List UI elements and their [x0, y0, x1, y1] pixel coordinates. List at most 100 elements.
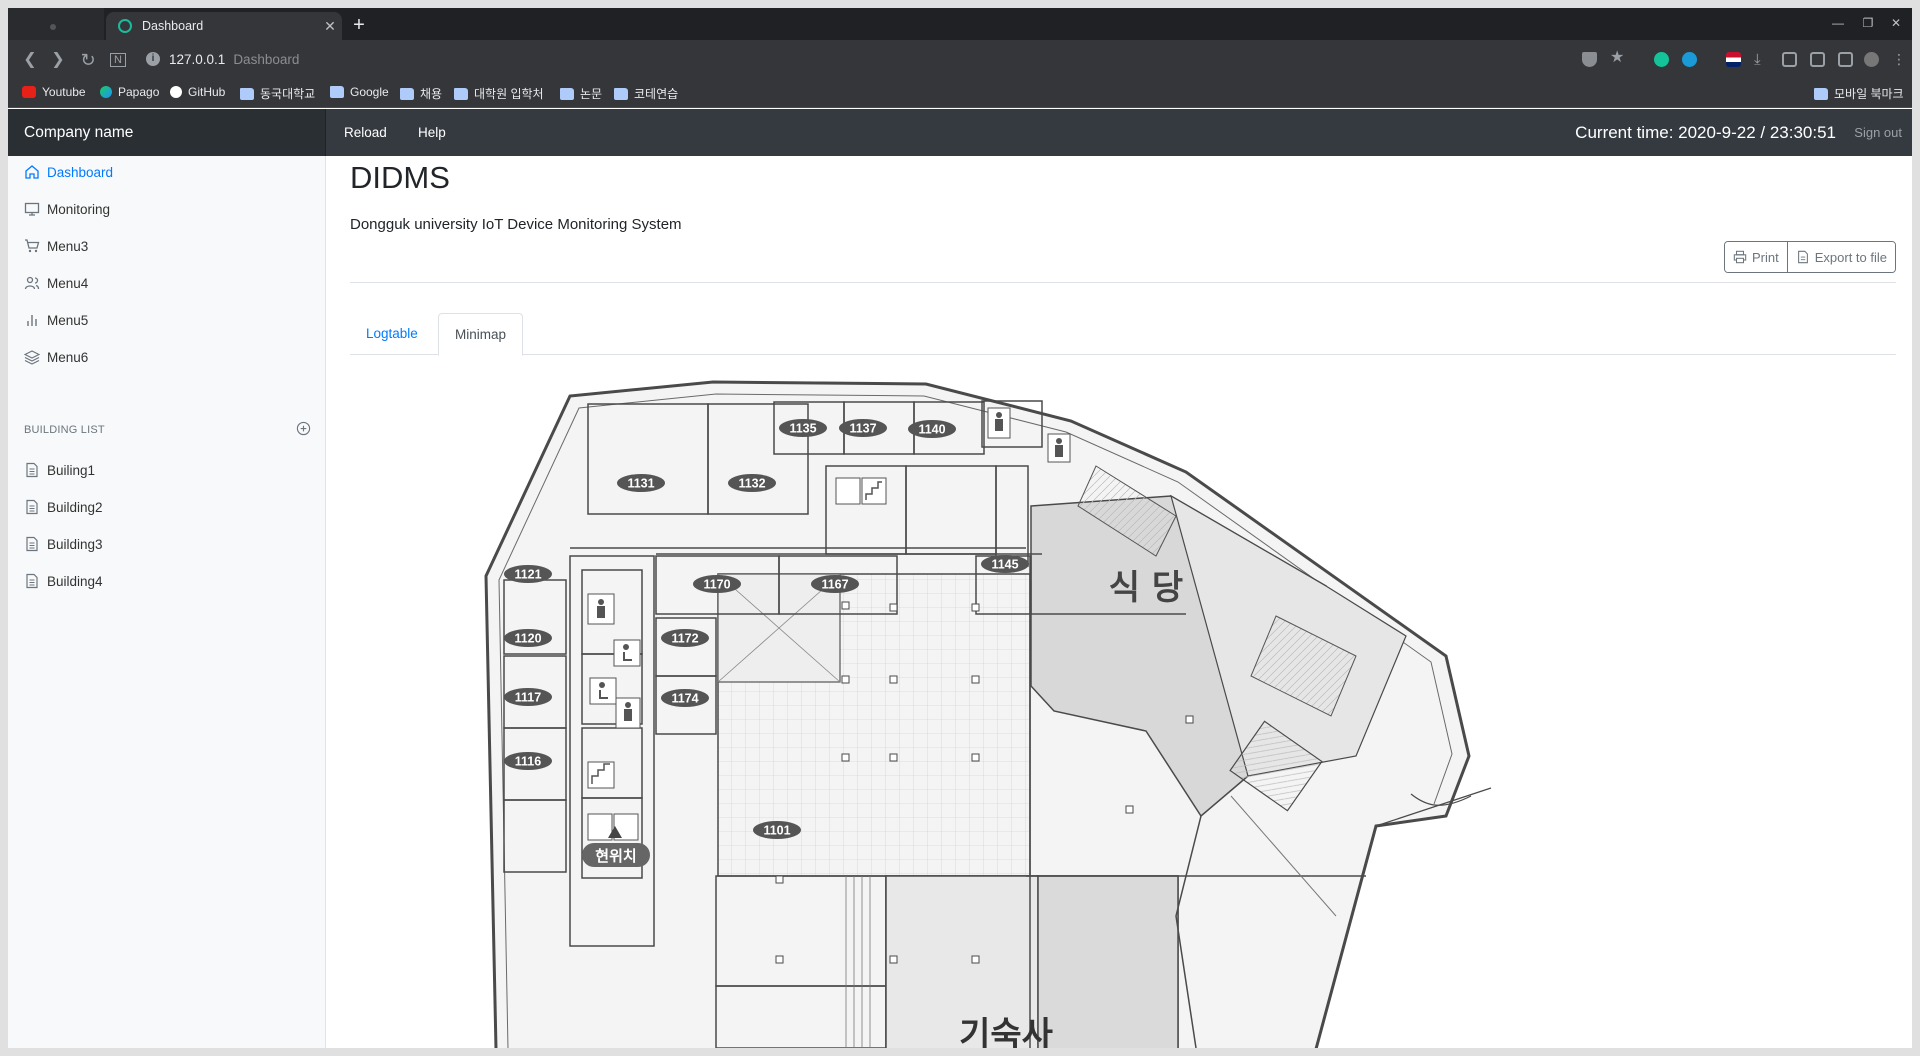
building-list-heading: BUILDING LIST — [24, 424, 105, 436]
printer-icon — [1733, 250, 1747, 264]
file-text-icon — [26, 573, 38, 589]
bookmark-folder-coding[interactable]: 코테연습 — [614, 85, 678, 102]
site-info-icon[interactable]: i — [146, 52, 160, 66]
bookmark-github[interactable]: GitHub — [170, 85, 225, 99]
tab-close-icon[interactable]: ✕ — [318, 18, 342, 35]
reload-icon[interactable]: ↻ — [76, 48, 100, 72]
sidebar-item-dashboard[interactable]: Dashboard — [24, 160, 113, 184]
file-text-icon — [26, 462, 38, 478]
sidebar-item-menu3[interactable]: Menu3 — [24, 234, 88, 258]
bookmark-folder-google[interactable]: Google — [330, 85, 389, 99]
reload-link[interactable]: Reload — [344, 109, 387, 156]
back-icon[interactable]: ❮ — [18, 48, 42, 72]
window-corner-decoration — [8, 8, 104, 40]
bookmark-youtube[interactable]: Youtube — [22, 85, 86, 99]
bookmarks-bar: Youtube Papago GitHub 동국대학교 Google 채용 대학… — [8, 78, 1912, 108]
grammarly-icon[interactable] — [1654, 52, 1669, 67]
svg-text:1131: 1131 — [627, 477, 654, 491]
browser-menu-icon[interactable]: ⋮ — [1892, 52, 1907, 67]
bar-chart-icon — [27, 315, 37, 326]
address-bar[interactable]: i 127.0.0.1 Dashboard — [146, 45, 1546, 73]
sidebar-building-4[interactable]: Building4 — [24, 569, 103, 593]
github-icon — [170, 86, 182, 98]
users-icon — [24, 276, 40, 290]
tab-title: Dashboard — [142, 19, 204, 33]
sidebar-item-menu5[interactable]: Menu5 — [24, 308, 88, 332]
svg-text:1132: 1132 — [738, 477, 765, 491]
room-badge-1135: 1135 — [779, 419, 827, 437]
forward-icon[interactable]: ❯ — [46, 48, 70, 72]
bookmark-folder-papers[interactable]: 논문 — [560, 85, 602, 102]
svg-text:1170: 1170 — [703, 578, 730, 592]
browser-toolbar: ❮ ❯ ↻ N i 127.0.0.1 Dashboard ★ ⤓ ⋮ — [8, 40, 1912, 78]
room-badge-1174: 1174 — [661, 689, 709, 707]
folder-icon — [330, 86, 344, 98]
sidebar-building-2[interactable]: Building2 — [24, 495, 103, 519]
main-content: DIDMS Dongguk university IoT Device Moni… — [326, 156, 1912, 1048]
bookmark-papago[interactable]: Papago — [100, 85, 159, 99]
restore-icon[interactable]: ❐ — [1854, 16, 1882, 30]
room-badge-1121: 1121 — [504, 565, 552, 583]
sidebar-item-monitoring[interactable]: Monitoring — [24, 197, 110, 221]
sidebar-building-1[interactable]: Builing1 — [24, 458, 95, 482]
brand-name[interactable]: Company name — [8, 109, 326, 156]
tab-logtable[interactable]: Logtable — [350, 313, 434, 355]
print-button[interactable]: Print — [1725, 242, 1787, 272]
svg-text:1174: 1174 — [671, 692, 698, 706]
floor-plan-drawing: 1135 1137 1140 1131 1132 1145 1121 1170 … — [484, 380, 1492, 1048]
room-badge-1140: 1140 — [908, 420, 956, 438]
sidebar-building-3[interactable]: Building3 — [24, 532, 103, 556]
bookmark-mobile[interactable]: 모바일 북마크 — [1814, 85, 1904, 102]
cart-icon — [25, 239, 40, 253]
monitor-icon — [24, 202, 40, 216]
help-link[interactable]: Help — [418, 109, 446, 156]
svg-text:1101: 1101 — [763, 824, 790, 838]
download-icon[interactable]: ⤓ — [1754, 52, 1769, 67]
sidebar-item-menu6[interactable]: Menu6 — [24, 345, 88, 369]
tab-minimap[interactable]: Minimap — [438, 313, 524, 356]
minimap-floor-plan: 1135 1137 1140 1131 1132 1145 1121 1170 … — [326, 356, 1912, 1048]
room-badge-1116: 1116 — [504, 752, 552, 770]
youtube-icon — [22, 86, 36, 98]
url-page-title: Dashboard — [233, 51, 300, 67]
room-badge-1137: 1137 — [839, 419, 887, 437]
side-panel-icon[interactable] — [1838, 52, 1853, 67]
papago-icon — [100, 86, 112, 98]
svg-text:1140: 1140 — [918, 423, 945, 437]
folder-icon — [1814, 87, 1828, 100]
layers-icon — [24, 350, 40, 365]
svg-text:1135: 1135 — [789, 422, 816, 436]
file-icon — [1797, 250, 1808, 264]
minimize-icon[interactable]: — — [1824, 16, 1852, 30]
add-circle-icon[interactable] — [296, 421, 311, 436]
toolbar-button-group: Print Export to file — [1724, 241, 1896, 273]
url-host: 127.0.0.1 — [169, 51, 226, 67]
sign-out-link[interactable]: Sign out — [1854, 109, 1902, 156]
translate-extension-icon[interactable] — [1682, 52, 1697, 67]
profile-avatar[interactable] — [1864, 52, 1879, 67]
bookmark-folder-dongguk[interactable]: 동국대학교 — [240, 85, 315, 102]
room-badge-1131: 1131 — [617, 474, 665, 492]
svg-text:1117: 1117 — [515, 691, 541, 705]
folder-icon — [560, 87, 574, 100]
reader-extension-icon[interactable] — [1810, 52, 1825, 67]
close-window-icon[interactable]: ✕ — [1882, 16, 1910, 30]
sidebar-item-menu4[interactable]: Menu4 — [24, 271, 88, 295]
bookmark-folder-jobs[interactable]: 채용 — [400, 85, 442, 102]
export-button[interactable]: Export to file — [1786, 242, 1895, 272]
folder-icon — [454, 87, 468, 100]
new-tab-button[interactable]: + — [348, 14, 370, 36]
room-badge-1117: 1117 — [504, 688, 552, 706]
home-icon — [25, 165, 39, 179]
svg-text:1145: 1145 — [991, 558, 1018, 572]
shield-extension-icon[interactable] — [1582, 52, 1597, 67]
notion-extension-icon[interactable]: N — [106, 48, 130, 72]
uk-flag-extension-icon[interactable] — [1726, 52, 1741, 67]
bookmark-folder-admissions[interactable]: 대학원 입학처 — [454, 85, 544, 102]
browser-tab-dashboard[interactable]: Dashboard ✕ — [106, 12, 342, 40]
camera-icon[interactable] — [1782, 52, 1797, 67]
file-text-icon — [26, 499, 38, 515]
bookmark-star-icon[interactable]: ★ — [1610, 50, 1625, 66]
folder-icon — [400, 87, 414, 100]
room-badge-1167: 1167 — [811, 575, 859, 593]
